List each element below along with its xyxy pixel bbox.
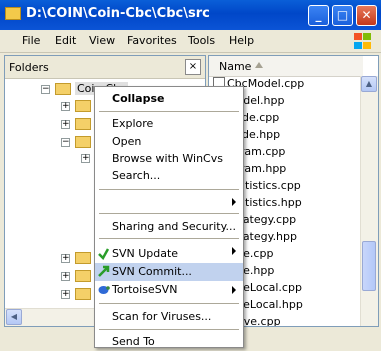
collapse-expander-icon[interactable]: −	[61, 138, 70, 147]
title-bar: D:\COIN\Coin-Cbc\Cbc\src _ □ ✕	[0, 0, 381, 30]
folder-icon	[5, 7, 21, 20]
minimize-button[interactable]: _	[308, 5, 329, 26]
tortoisesvn-icon	[98, 286, 110, 294]
close-button[interactable]: ✕	[356, 5, 377, 26]
expand-icon[interactable]: +	[61, 290, 70, 299]
menu-bar: File Edit View Favorites Tools Help	[0, 30, 381, 53]
menu-item-unnamed-submenu[interactable]	[95, 193, 243, 211]
menu-separator	[99, 189, 239, 190]
expand-icon[interactable]: +	[61, 272, 70, 281]
folder-icon	[75, 288, 91, 300]
expand-icon[interactable]: +	[81, 154, 90, 163]
menu-item-svn-commit[interactable]: SVN Commit...	[95, 263, 243, 281]
expand-icon[interactable]: +	[61, 120, 70, 129]
menu-item-scan-viruses[interactable]: Scan for Viruses...	[95, 308, 243, 326]
menu-item-tortoisesvn[interactable]: TortoiseSVN	[95, 281, 243, 299]
menu-tools[interactable]: Tools	[188, 34, 215, 47]
name-column-header[interactable]: Name	[209, 56, 363, 77]
menu-edit[interactable]: Edit	[55, 34, 76, 47]
menu-separator	[99, 213, 239, 214]
folders-pane-header: Folders ×	[5, 56, 205, 79]
folder-icon	[75, 136, 91, 148]
expand-icon[interactable]: +	[61, 254, 70, 263]
menu-item-explore[interactable]: Explore	[95, 115, 243, 133]
name-column-label: Name	[219, 60, 252, 73]
submenu-arrow-icon	[232, 286, 236, 294]
folder-icon	[75, 118, 91, 130]
window-title: D:\COIN\Coin-Cbc\Cbc\src	[26, 6, 210, 21]
menu-item-open[interactable]: Open	[95, 133, 243, 151]
folders-label: Folders	[9, 61, 49, 74]
maximize-button[interactable]: □	[332, 5, 353, 26]
windows-logo-icon	[353, 32, 373, 50]
menu-item-sharing-security[interactable]: Sharing and Security...	[95, 218, 243, 236]
menu-separator	[99, 111, 239, 112]
expand-icon[interactable]: +	[61, 102, 70, 111]
menu-separator	[99, 303, 239, 304]
folders-close-button[interactable]: ×	[185, 59, 201, 75]
context-menu: Collapse Explore Open Browse with WinCvs…	[94, 86, 244, 348]
menu-help[interactable]: Help	[229, 34, 254, 47]
menu-view[interactable]: View	[89, 34, 115, 47]
menu-item-browse-wincvs[interactable]: Browse with WinCvs	[95, 150, 243, 168]
menu-item-svn-update[interactable]: SVN Update	[95, 245, 243, 263]
folder-icon	[75, 270, 91, 282]
submenu-arrow-icon	[232, 198, 236, 206]
menu-item-search[interactable]: Search...	[95, 167, 243, 185]
scrollbar-thumb[interactable]	[362, 241, 376, 291]
collapse-expander-icon[interactable]: −	[41, 85, 50, 94]
folder-icon	[75, 100, 91, 112]
folder-icon	[75, 252, 91, 264]
folder-icon	[55, 83, 71, 95]
menu-separator	[99, 329, 239, 330]
menu-file[interactable]: File	[22, 34, 40, 47]
menu-favorites[interactable]: Favorites	[127, 34, 177, 47]
scroll-up-icon[interactable]: ▲	[361, 76, 377, 92]
menu-separator	[99, 238, 239, 239]
sort-ascending-icon	[255, 62, 263, 68]
svn-commit-icon	[98, 265, 110, 277]
menu-item-send-to[interactable]: Send To	[95, 333, 243, 351]
scroll-left-icon[interactable]: ◀	[6, 309, 22, 325]
file-list-vertical-scrollbar[interactable]: ▲	[360, 76, 378, 326]
svn-update-icon	[98, 248, 110, 260]
menu-item-collapse[interactable]: Collapse	[95, 90, 243, 108]
